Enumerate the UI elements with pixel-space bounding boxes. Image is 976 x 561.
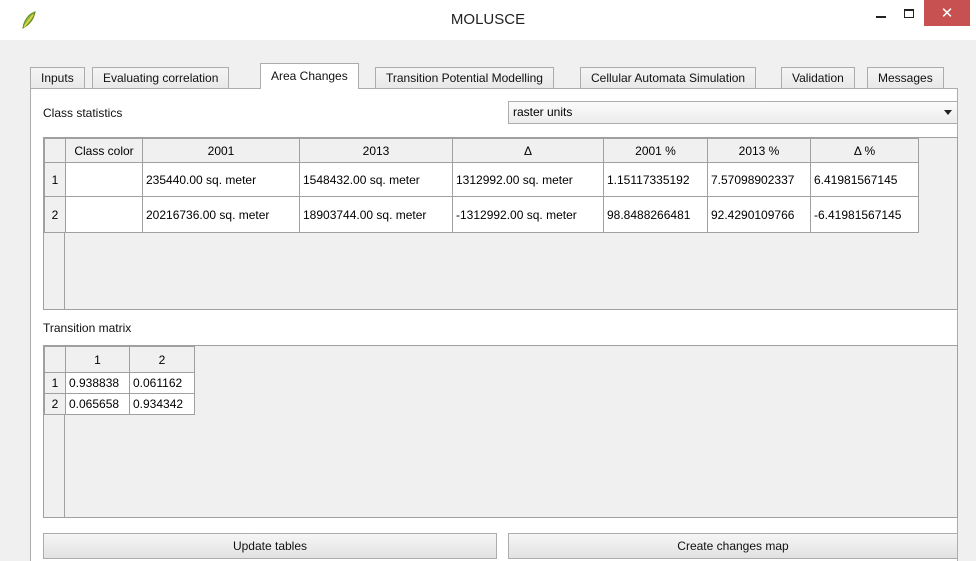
table-cell[interactable]: 20216736.00 sq. meter	[142, 196, 300, 233]
transition-matrix-label: Transition matrix	[43, 321, 132, 335]
table-cell[interactable]: 0.938838	[65, 372, 130, 394]
tab-evaluating-correlation[interactable]: Evaluating correlation	[92, 67, 230, 88]
column-header[interactable]: Class color	[65, 138, 143, 163]
units-select-value: raster units	[513, 105, 573, 119]
class-statistics-label: Class statistics	[43, 106, 123, 120]
table-cell[interactable]: -6.41981567145	[810, 196, 919, 233]
row-header[interactable]: 2	[44, 196, 66, 233]
molusce-window: MOLUSCE ✕ Inputs Evaluating correlation …	[0, 0, 976, 561]
row-header[interactable]: 1	[44, 372, 66, 394]
tab-messages[interactable]: Messages	[867, 67, 944, 88]
units-select[interactable]: raster units	[508, 101, 958, 124]
class-statistics-grid: Class color 2001 2013 Δ 2001 % 2013 % Δ …	[44, 138, 919, 233]
table-cell[interactable]: 0.065658	[65, 393, 130, 415]
column-header[interactable]: 1	[65, 346, 130, 373]
row-header[interactable]: 1	[44, 162, 66, 197]
class-statistics-table[interactable]: Class color 2001 2013 Δ 2001 % 2013 % Δ …	[43, 137, 958, 310]
maximize-button[interactable]	[896, 0, 922, 26]
column-header[interactable]: 2013	[299, 138, 453, 163]
class-color-cell[interactable]	[65, 196, 143, 233]
table-row[interactable]: 1 235440.00 sq. meter 1548432.00 sq. met…	[44, 162, 919, 197]
table-cell[interactable]: -1312992.00 sq. meter	[452, 196, 604, 233]
table-row[interactable]: 2 20216736.00 sq. meter 18903744.00 sq. …	[44, 196, 919, 233]
minimize-button[interactable]	[868, 0, 894, 26]
tab-cellular-automata-simulation[interactable]: Cellular Automata Simulation	[580, 67, 757, 88]
tab-validation[interactable]: Validation	[781, 67, 855, 88]
table-cell[interactable]: 7.57098902337	[707, 162, 811, 197]
transition-matrix-table[interactable]: 1 2 1 0.938838 0.061162 2 0.065658 0.934…	[43, 345, 958, 518]
corner-header[interactable]	[44, 346, 66, 373]
table-cell[interactable]: 0.934342	[129, 393, 195, 415]
chevron-down-icon	[944, 110, 952, 115]
row-header[interactable]: 2	[44, 393, 66, 415]
table-cell[interactable]: 18903744.00 sq. meter	[299, 196, 453, 233]
table-cell[interactable]: 1.15117335192	[603, 162, 708, 197]
table-cell[interactable]: 98.8488266481	[603, 196, 708, 233]
table-cell[interactable]: 0.061162	[129, 372, 195, 394]
table-row[interactable]: 2 0.065658 0.934342	[44, 393, 195, 415]
update-tables-button[interactable]: Update tables	[43, 533, 497, 559]
transition-matrix-grid: 1 2 1 0.938838 0.061162 2 0.065658 0.934…	[44, 346, 195, 415]
tab-transition-potential-modelling[interactable]: Transition Potential Modelling	[375, 67, 554, 88]
table-cell[interactable]: 6.41981567145	[810, 162, 919, 197]
column-header[interactable]: 2001 %	[603, 138, 708, 163]
tab-area-changes[interactable]: Area Changes	[260, 63, 359, 89]
table-cell[interactable]: 92.4290109766	[707, 196, 811, 233]
class-color-cell[interactable]	[65, 162, 143, 197]
tab-inputs[interactable]: Inputs	[30, 67, 85, 88]
column-header[interactable]: 2001	[142, 138, 300, 163]
window-title: MOLUSCE	[450, 11, 526, 28]
title-bar: MOLUSCE ✕	[0, 0, 976, 40]
minimize-icon	[876, 16, 886, 18]
table-cell[interactable]: 1312992.00 sq. meter	[452, 162, 604, 197]
table-cell[interactable]: 1548432.00 sq. meter	[299, 162, 453, 197]
table-row[interactable]: 1 0.938838 0.061162	[44, 372, 195, 394]
table-cell[interactable]: 235440.00 sq. meter	[142, 162, 300, 197]
column-header[interactable]: 2	[129, 346, 195, 373]
column-header[interactable]: Δ %	[810, 138, 919, 163]
corner-header[interactable]	[44, 138, 66, 163]
close-button[interactable]: ✕	[924, 0, 970, 26]
column-header[interactable]: 2013 %	[707, 138, 811, 163]
column-header[interactable]: Δ	[452, 138, 604, 163]
maximize-icon	[904, 8, 914, 18]
create-changes-map-button[interactable]: Create changes map	[508, 533, 958, 559]
